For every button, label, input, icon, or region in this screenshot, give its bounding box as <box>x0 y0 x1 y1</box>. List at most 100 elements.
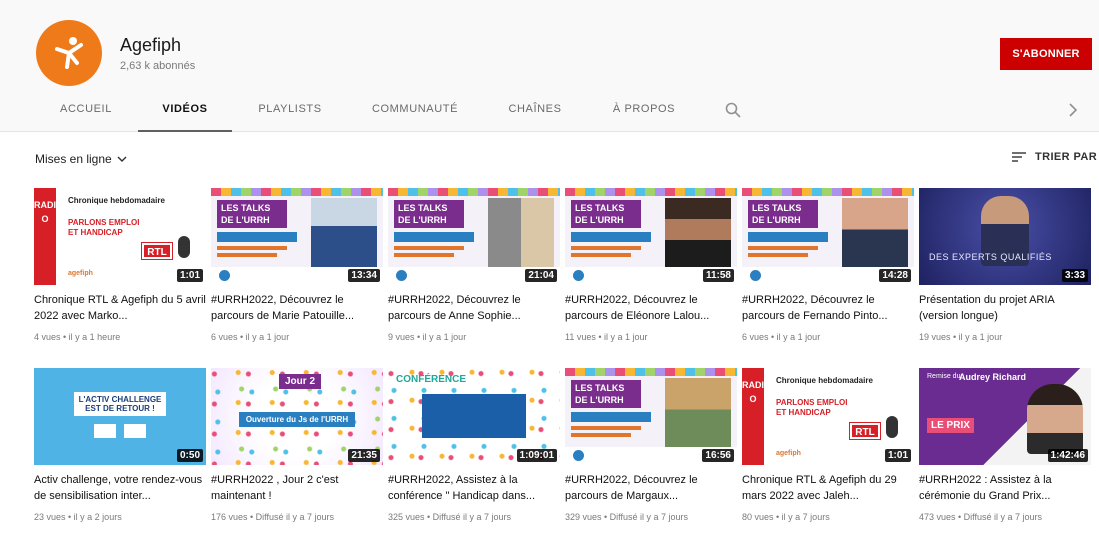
video-duration: 3:33 <box>1061 269 1088 282</box>
speaker-photo <box>842 198 908 268</box>
video-title[interactable]: #URRH2022, Découvrez le parcours de Eléo… <box>565 292 737 324</box>
video-duration: 1:01 <box>884 449 911 462</box>
tab-playlists[interactable]: PLAYLISTS <box>244 90 336 132</box>
speaker-photo <box>665 198 731 268</box>
video-card[interactable]: LES TALKS DE L'URRH 16:56 #URRH2022, Déc… <box>565 368 737 522</box>
tab-communaute[interactable]: COMMUNAUTÉ <box>356 90 474 132</box>
video-meta: 176 vues • Diffusé il y a 7 jours <box>211 512 335 522</box>
video-duration: 21:04 <box>525 269 557 282</box>
tab-videos[interactable]: VIDÉOS <box>138 90 232 132</box>
video-title[interactable]: #URRH2022, Assistez à la conférence " Ha… <box>388 472 560 504</box>
video-title[interactable]: Chronique RTL & Agefiph du 29 mars 2022 … <box>742 472 914 504</box>
thumb-caption: Chronique hebdomadaire <box>776 376 873 385</box>
video-duration: 11:58 <box>702 269 734 282</box>
sort-button[interactable]: TRIER PAR <box>1011 151 1097 163</box>
subscriber-count: 2,63 k abonnés <box>120 60 196 72</box>
video-card[interactable]: Jour 2 Ouverture du Js de l'URRH 21:35 #… <box>211 368 383 522</box>
video-thumbnail[interactable]: LES TALKS DE L'URRH 21:04 <box>388 188 560 285</box>
urrh-logo: LES TALKS DE L'URRH <box>748 200 818 228</box>
thumb-caption: Ouverture du Js de l'URRH <box>239 412 355 427</box>
video-title[interactable]: #URRH2022 : Assistez à la cérémonie du G… <box>919 472 1091 504</box>
rtl-logo: RTL <box>849 422 881 440</box>
video-duration: 1:09:01 <box>516 449 557 462</box>
video-title[interactable]: #URRH2022 , Jour 2 c'est maintenant ! <box>211 472 383 504</box>
video-thumbnail[interactable]: L'ACTIV CHALLENGE EST DE RETOUR ! 0:50 <box>34 368 206 465</box>
video-thumbnail[interactable]: LES TALKS DE L'URRH 11:58 <box>565 188 737 285</box>
tab-accueil[interactable]: ACCUEIL <box>44 90 128 132</box>
video-title[interactable]: #URRH2022, Découvrez le parcours de Marg… <box>565 472 737 504</box>
video-meta: 329 vues • Diffusé il y a 7 jours <box>565 512 689 522</box>
thumb-caption: PARLONS EMPLOI ET HANDICAP <box>776 398 848 417</box>
video-thumbnail[interactable]: CONFÉRENCE 1:09:01 <box>388 368 560 465</box>
rtl-logo: RTL <box>141 242 173 260</box>
video-card[interactable]: LES TALKS DE L'URRH 14:28 #URRH2022, Déc… <box>742 188 914 342</box>
video-duration: 0:50 <box>176 449 203 462</box>
video-title[interactable]: Chronique RTL & Agefiph du 5 avril 2022 … <box>34 292 206 324</box>
video-meta: 6 vues • il y a 1 jour <box>211 332 290 342</box>
channel-tabs: ACCUEIL VIDÉOS PLAYLISTS COMMUNAUTÉ CHAÎ… <box>0 90 1099 132</box>
video-duration: 13:34 <box>348 269 380 282</box>
thumb-caption: L'ACTIV CHALLENGE EST DE RETOUR ! <box>74 392 166 416</box>
video-meta: 23 vues • il y a 2 jours <box>34 512 122 522</box>
video-card[interactable]: RADIO Chronique hebdomadaire PARLONS EMP… <box>742 368 914 522</box>
video-meta: 325 vues • Diffusé il y a 7 jours <box>388 512 512 522</box>
video-card[interactable]: DES EXPERTS QUALIFIÉS 3:33 Présentation … <box>919 188 1091 342</box>
video-thumbnail[interactable]: RADIO Chronique hebdomadaire PARLONS EMP… <box>742 368 914 465</box>
channel-avatar[interactable] <box>36 20 102 86</box>
video-thumbnail[interactable]: DES EXPERTS QUALIFIÉS 3:33 <box>919 188 1091 285</box>
video-thumbnail[interactable]: LES TALKS DE L'URRH 13:34 <box>211 188 383 285</box>
video-card[interactable]: RADIO Chronique hebdomadaire PARLONS EMP… <box>34 188 206 342</box>
video-duration: 16:56 <box>702 449 734 462</box>
agefiph-logo-icon <box>55 37 83 69</box>
video-card[interactable]: LES TALKS DE L'URRH 11:58 #URRH2022, Déc… <box>565 188 737 342</box>
video-title[interactable]: #URRH2022, Découvrez le parcours de Fern… <box>742 292 914 324</box>
sort-label: TRIER PAR <box>1035 151 1098 163</box>
thumb-caption: Jour 2 <box>279 374 322 389</box>
radio-banner: RADIO <box>742 368 764 465</box>
video-title[interactable]: Activ challenge, votre rendez-vous de se… <box>34 472 206 504</box>
video-thumbnail[interactable]: LES TALKS DE L'URRH 16:56 <box>565 368 737 465</box>
thumb-caption: CONFÉRENCE <box>396 374 467 385</box>
video-thumbnail[interactable]: RADIO Chronique hebdomadaire PARLONS EMP… <box>34 188 206 285</box>
video-title[interactable]: #URRH2022, Découvrez le parcours de Mari… <box>211 292 383 324</box>
video-card[interactable]: CONFÉRENCE 1:09:01 #URRH2022, Assistez à… <box>388 368 560 522</box>
video-meta: 11 vues • il y a 1 jour <box>565 332 648 342</box>
uploads-dropdown[interactable]: Mises en ligne <box>35 152 128 166</box>
subscribe-button[interactable]: S'ABONNER <box>1000 38 1092 70</box>
video-card[interactable]: LES TALKS DE L'URRH 13:34 #URRH2022, Déc… <box>211 188 383 342</box>
search-icon[interactable] <box>724 101 742 124</box>
tab-chaines[interactable]: CHAÎNES <box>494 90 576 132</box>
speaker-photo <box>665 378 731 448</box>
video-card[interactable]: L'ACTIV CHALLENGE EST DE RETOUR ! 0:50 A… <box>34 368 206 522</box>
video-thumbnail[interactable]: Remise du Audrey Richard LE PRIX 1:42:46 <box>919 368 1091 465</box>
video-thumbnail[interactable]: Jour 2 Ouverture du Js de l'URRH 21:35 <box>211 368 383 465</box>
tab-a-propos[interactable]: À PROPOS <box>598 90 690 132</box>
urrh-logo: LES TALKS DE L'URRH <box>217 200 287 228</box>
sort-icon <box>1012 152 1026 162</box>
video-card[interactable]: Remise du Audrey Richard LE PRIX 1:42:46… <box>919 368 1091 522</box>
video-title[interactable]: #URRH2022, Découvrez le parcours de Anne… <box>388 292 560 324</box>
thumb-caption: DES EXPERTS QUALIFIÉS <box>929 252 1052 262</box>
video-thumbnail[interactable]: LES TALKS DE L'URRH 14:28 <box>742 188 914 285</box>
thumb-caption: Audrey Richard <box>959 372 1027 382</box>
speaker-photo <box>1027 384 1083 454</box>
agefiph-mark: agefiph <box>68 270 93 277</box>
urrh-logo: LES TALKS DE L'URRH <box>571 200 641 228</box>
channel-name: Agefiph <box>120 35 182 55</box>
radio-banner: RADIO <box>34 188 56 285</box>
urrh-logo: LES TALKS DE L'URRH <box>394 200 464 228</box>
video-meta: 6 vues • il y a 1 jour <box>742 332 821 342</box>
chevron-right-icon[interactable] <box>1066 101 1080 124</box>
speaker-photo <box>311 198 377 268</box>
video-meta: 9 vues • il y a 1 jour <box>388 332 467 342</box>
thumb-caption: Remise du <box>927 373 961 380</box>
chevron-down-icon <box>117 156 127 162</box>
video-card[interactable]: LES TALKS DE L'URRH 21:04 #URRH2022, Déc… <box>388 188 560 342</box>
thumb-caption: PARLONS EMPLOI ET HANDICAP <box>68 218 140 237</box>
video-title[interactable]: Présentation du projet ARIA (version lon… <box>919 292 1091 324</box>
speaker-photo <box>488 198 554 268</box>
channel-header: Agefiph 2,63 k abonnés S'ABONNER ACCUEIL… <box>0 0 1099 132</box>
video-duration: 1:01 <box>176 269 203 282</box>
agefiph-mark: agefiph <box>776 450 801 457</box>
urrh-logo: LES TALKS DE L'URRH <box>571 380 641 408</box>
